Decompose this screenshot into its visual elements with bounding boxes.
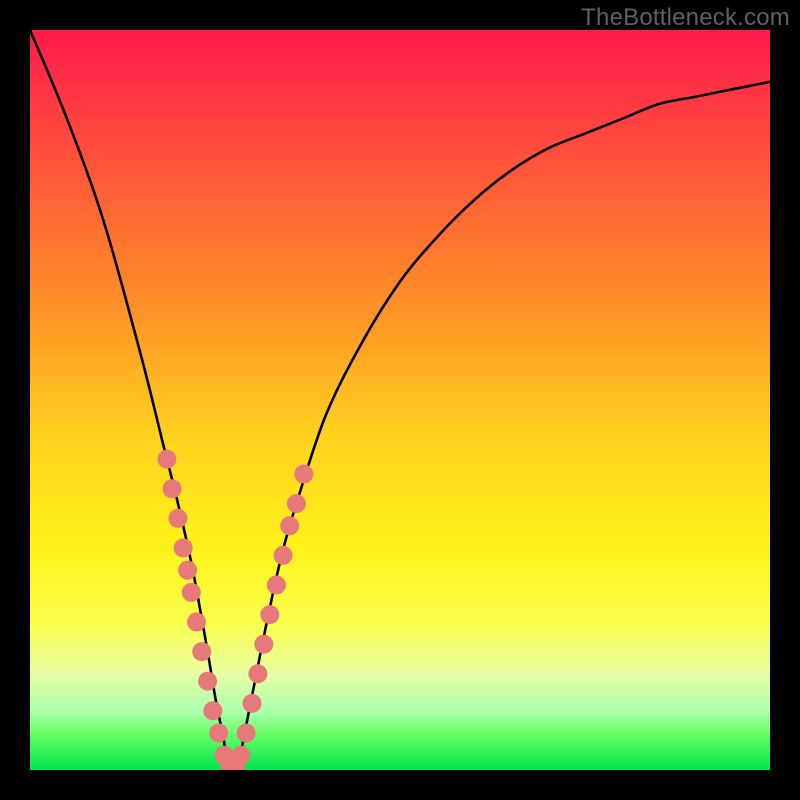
plot-area bbox=[30, 30, 770, 770]
data-marker bbox=[178, 561, 197, 580]
attribution-text: TheBottleneck.com bbox=[581, 4, 790, 32]
data-marker bbox=[203, 701, 222, 720]
data-marker bbox=[182, 583, 201, 602]
data-marker bbox=[198, 672, 217, 691]
data-marker bbox=[243, 694, 262, 713]
data-marker bbox=[187, 613, 206, 632]
data-marker bbox=[287, 494, 306, 513]
data-marker bbox=[169, 509, 188, 528]
data-marker bbox=[248, 664, 267, 683]
data-marker bbox=[157, 450, 176, 469]
data-marker bbox=[231, 746, 250, 765]
data-marker bbox=[260, 605, 279, 624]
chart-frame: TheBottleneck.com bbox=[0, 0, 800, 800]
data-marker bbox=[267, 576, 286, 595]
bottleneck-curve bbox=[30, 30, 770, 770]
data-marker bbox=[209, 724, 228, 743]
marker-group bbox=[157, 450, 313, 770]
curve-svg bbox=[30, 30, 770, 770]
data-marker bbox=[280, 516, 299, 535]
data-marker bbox=[294, 465, 313, 484]
data-marker bbox=[192, 642, 211, 661]
data-marker bbox=[274, 546, 293, 565]
data-marker bbox=[237, 724, 256, 743]
curve-path-group bbox=[30, 30, 770, 770]
data-marker bbox=[174, 539, 193, 558]
data-marker bbox=[254, 635, 273, 654]
data-marker bbox=[163, 479, 182, 498]
